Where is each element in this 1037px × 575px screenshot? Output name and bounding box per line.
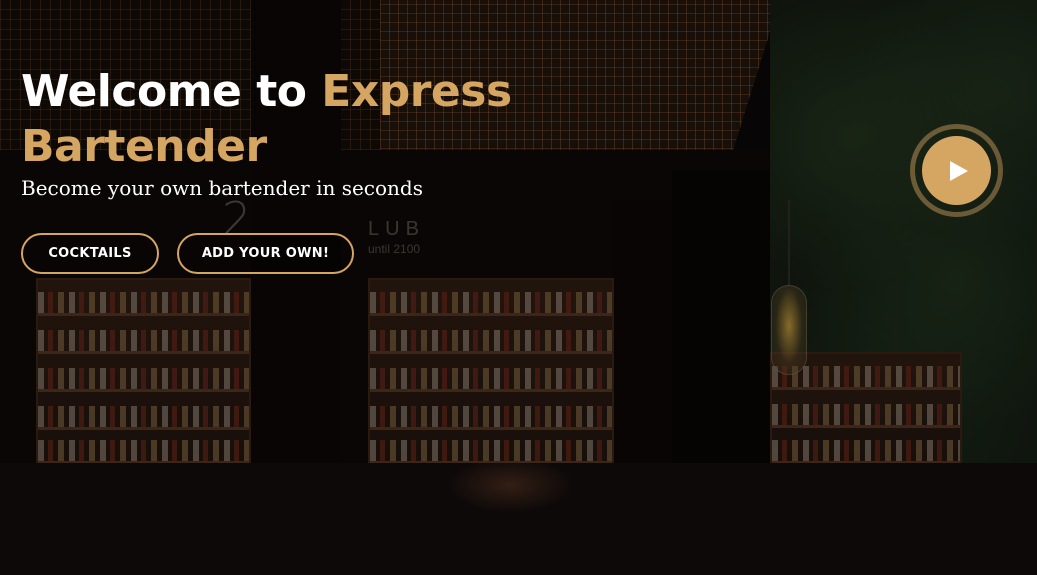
hero-title-accent-express: Express [321, 66, 512, 117]
hero-title: Welcome to Express Bartender [21, 64, 581, 174]
hero-tagline: Become your own bartender in seconds [21, 176, 423, 200]
play-video-button[interactable] [910, 124, 1003, 217]
play-icon [949, 160, 968, 181]
hero-title-white: Welcome to [21, 66, 322, 117]
hero-title-accent-bartender: Bartender [21, 121, 267, 172]
add-your-own-button[interactable]: ADD YOUR OWN! [177, 233, 354, 274]
play-button-circle[interactable] [922, 136, 991, 205]
hero-section: 2 LUB until 2100 Welcome to Express Barte… [0, 0, 1037, 575]
cocktails-button[interactable]: COCKTAILS [21, 233, 159, 274]
